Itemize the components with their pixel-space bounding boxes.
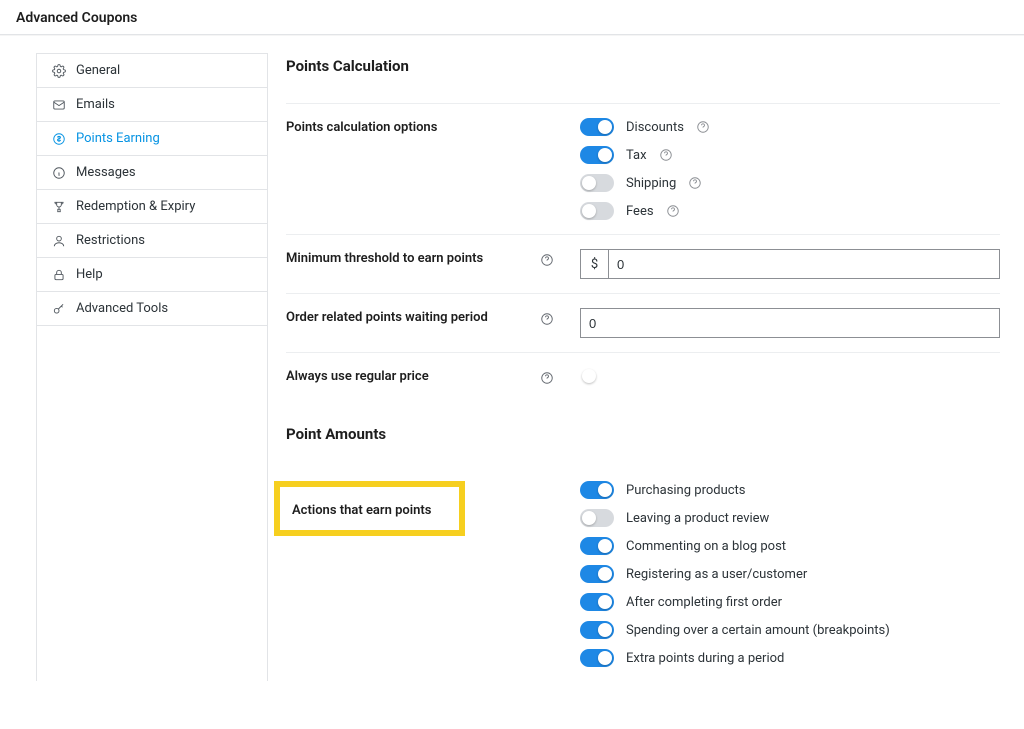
lock-icon (51, 267, 66, 282)
action-option-1-toggle[interactable] (580, 509, 614, 527)
help-icon[interactable] (688, 176, 702, 190)
sidebar-item-label: General (76, 63, 120, 78)
waiting-period-input[interactable] (580, 308, 1000, 338)
calc-option-3-label: Fees (626, 204, 654, 219)
calc-option-1-label: Tax (626, 148, 647, 163)
gear-icon (51, 63, 66, 78)
action-option-3-toggle[interactable] (580, 565, 614, 583)
calc-option-0-toggle[interactable] (580, 118, 614, 136)
calc-option-2-label: Shipping (626, 176, 676, 191)
sidebar-item-label: Advanced Tools (76, 301, 168, 316)
help-icon[interactable] (659, 148, 673, 162)
action-option-6-toggle[interactable] (580, 649, 614, 667)
min-threshold-input[interactable] (608, 249, 1000, 279)
sidebar-item-redemption[interactable]: Redemption & Expiry (37, 190, 267, 224)
sidebar-item-label: Points Earning (76, 131, 160, 146)
sidebar-item-messages[interactable]: Messages (37, 156, 267, 190)
sidebar-item-label: Restrictions (76, 233, 145, 248)
sidebar-item-label: Redemption & Expiry (76, 199, 195, 214)
help-icon[interactable] (696, 120, 710, 134)
sidebar-item-points-earning[interactable]: Points Earning (37, 122, 267, 156)
sidebar-item-label: Messages (76, 165, 136, 180)
sidebar-item-label: Help (76, 267, 103, 282)
calc-options-label: Points calculation options (286, 118, 516, 135)
action-option-2-toggle[interactable] (580, 537, 614, 555)
action-option-4-toggle[interactable] (580, 593, 614, 611)
action-option-2-label: Commenting on a blog post (626, 539, 786, 554)
spacer (540, 481, 556, 484)
help-icon[interactable] (540, 308, 556, 330)
dollar-icon (51, 131, 66, 146)
sidebar-item-advanced-tools[interactable]: Advanced Tools (37, 292, 267, 326)
action-option-6-label: Extra points during a period (626, 651, 784, 666)
user-icon (51, 233, 66, 248)
calc-option-2-toggle[interactable] (580, 174, 614, 192)
point-amounts-heading: Point Amounts (286, 425, 1000, 443)
action-option-5-toggle[interactable] (580, 621, 614, 639)
action-option-5-label: Spending over a certain amount (breakpoi… (626, 623, 890, 638)
main-content: Points Calculation Points calculation op… (268, 53, 1024, 681)
help-icon[interactable] (540, 367, 556, 389)
action-option-4-label: After completing first order (626, 595, 782, 610)
spacer (540, 118, 556, 121)
settings-sidebar: General Emails Points Earning Messages R… (36, 53, 268, 681)
help-icon[interactable] (666, 204, 680, 218)
sidebar-item-help[interactable]: Help (37, 258, 267, 292)
sidebar-item-general[interactable]: General (37, 54, 267, 88)
sidebar-item-restrictions[interactable]: Restrictions (37, 224, 267, 258)
calc-option-1-toggle[interactable] (580, 146, 614, 164)
sidebar-item-label: Emails (76, 97, 115, 112)
action-option-0-toggle[interactable] (580, 481, 614, 499)
calc-option-3-toggle[interactable] (580, 202, 614, 220)
action-option-1-label: Leaving a product review (626, 511, 769, 526)
trophy-icon (51, 199, 66, 214)
currency-prefix: $ (580, 249, 608, 279)
action-option-3-label: Registering as a user/customer (626, 567, 807, 582)
key-icon (51, 301, 66, 316)
sidebar-item-emails[interactable]: Emails (37, 88, 267, 122)
mail-icon (51, 97, 66, 112)
actions-label: Actions that earn points (292, 501, 431, 518)
action-option-0-label: Purchasing products (626, 483, 746, 498)
info-icon (51, 165, 66, 180)
regular-price-label: Always use regular price (286, 367, 516, 384)
waiting-period-label: Order related points waiting period (286, 308, 516, 325)
actions-label-highlight: Actions that earn points (274, 481, 465, 536)
points-calculation-heading: Points Calculation (286, 57, 1000, 75)
min-threshold-label: Minimum threshold to earn points (286, 249, 516, 266)
page-title: Advanced Coupons (0, 0, 1024, 34)
help-icon[interactable] (540, 249, 556, 271)
calc-option-0-label: Discounts (626, 120, 684, 135)
